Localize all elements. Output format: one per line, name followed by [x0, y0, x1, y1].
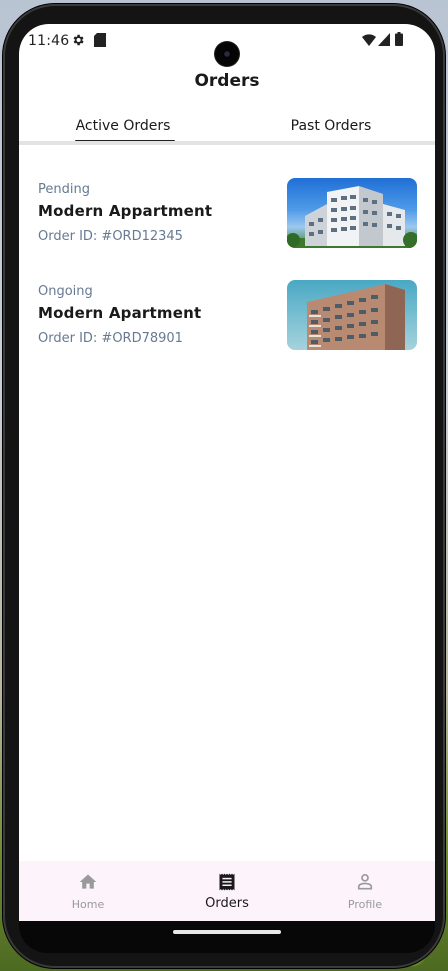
- system-navigation-bar: [19, 921, 435, 953]
- order-name: Modern Apartment: [38, 304, 202, 322]
- battery-icon: [395, 32, 403, 46]
- order-card[interactable]: Ongoing Modern Apartment Order ID: #ORD7…: [19, 280, 435, 354]
- home-icon: [79, 874, 97, 889]
- signal-icon: [378, 33, 390, 46]
- nav-home-label: Home: [71, 898, 105, 911]
- tab-active-orders[interactable]: Active Orders: [19, 118, 227, 134]
- order-status: Pending: [38, 182, 90, 197]
- bottom-navigation: Home Orders Profile: [19, 861, 435, 921]
- order-name: Modern Appartment: [38, 202, 213, 220]
- status-time: 11:46: [28, 33, 70, 49]
- order-card[interactable]: Pending Modern Appartment Order ID: #ORD…: [19, 178, 435, 252]
- sd-card-icon: [94, 33, 106, 47]
- wifi-icon: [362, 34, 376, 46]
- tab-past-orders[interactable]: Past Orders: [227, 118, 435, 134]
- phone-frame: 11:46 Orders Active Orders Past Orders P…: [3, 4, 445, 968]
- order-image: [287, 280, 417, 350]
- order-id: Order ID: #ORD78901: [38, 331, 183, 346]
- app-screen: 11:46 Orders Active Orders Past Orders P…: [19, 24, 435, 921]
- home-gesture-bar[interactable]: [173, 930, 281, 934]
- nav-orders-label: Orders: [205, 896, 249, 911]
- nav-profile-label: Profile: [347, 898, 383, 911]
- nav-orders[interactable]: Orders: [158, 861, 296, 921]
- order-status: Ongoing: [38, 284, 93, 299]
- nav-home[interactable]: Home: [19, 861, 157, 921]
- nav-profile[interactable]: Profile: [296, 861, 434, 921]
- page-title: Orders: [194, 71, 260, 91]
- receipt-icon: [219, 873, 235, 891]
- order-image: [287, 178, 417, 248]
- front-camera: [215, 42, 239, 66]
- person-icon: [357, 874, 373, 890]
- gear-icon: [73, 34, 84, 46]
- order-id: Order ID: #ORD12345: [38, 229, 183, 244]
- tabs-divider: [19, 141, 435, 145]
